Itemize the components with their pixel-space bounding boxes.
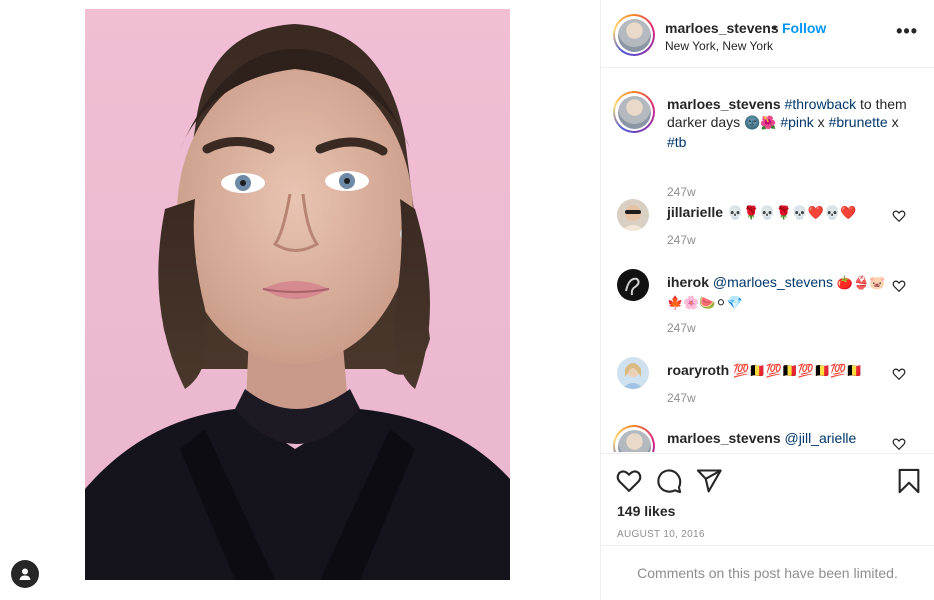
comments-limited-notice: Comments on this post have been limited. [601, 545, 934, 600]
comment-text: marloes_stevens @jill_arielle [667, 429, 887, 447]
hashtag-throwback[interactable]: #throwback [785, 96, 857, 112]
comment-username[interactable]: jillarielle [667, 204, 723, 220]
photo-area [0, 0, 600, 600]
person-icon [19, 568, 31, 580]
likes-count[interactable]: 149 likes [617, 503, 675, 519]
share-paper-plane-icon[interactable] [695, 467, 723, 495]
author-avatar[interactable] [613, 14, 655, 56]
comment-body: 💀🌹💀🌹💀❤️💀❤️ [726, 206, 857, 221]
post-actions-bar: 149 likes AUGUST 10, 2016 [601, 453, 934, 545]
comment-body: 💯🇧🇪💯🇧🇪💯🇧🇪💯🇧🇪 [733, 364, 863, 379]
comment-username[interactable]: roaryroth [667, 362, 729, 378]
post-date[interactable]: AUGUST 10, 2016 [617, 529, 705, 540]
comment-username[interactable]: iherok [667, 274, 709, 290]
comment-text: jillarielle 💀🌹💀🌹💀❤️💀❤️ [667, 203, 887, 223]
comment-text: roaryroth 💯🇧🇪💯🇧🇪💯🇧🇪💯🇧🇪 [667, 361, 887, 381]
comment-mention[interactable]: @jill_arielle [785, 430, 857, 446]
caption-x-2: x [887, 114, 899, 130]
like-comment-heart-icon[interactable] [892, 367, 906, 381]
commenter-avatar[interactable] [617, 357, 649, 389]
save-bookmark-icon[interactable] [895, 467, 923, 495]
portrait-image [85, 24, 510, 580]
follow-button[interactable]: Follow [782, 20, 826, 36]
post-side-panel: marloes_stevens • Follow New York, New Y… [600, 0, 934, 600]
post-header: marloes_stevens • Follow New York, New Y… [601, 0, 934, 68]
like-comment-heart-icon[interactable] [892, 279, 906, 293]
caption-emojis: 🌚🌺 [744, 116, 777, 131]
tagged-users-button[interactable] [11, 560, 39, 588]
caption-author-avatar[interactable] [613, 91, 655, 133]
like-comment-heart-icon[interactable] [892, 209, 906, 223]
comment-timestamp[interactable]: 247w [667, 391, 696, 405]
caption-text: marloes_stevens #throwback to them darke… [667, 95, 919, 151]
like-heart-icon[interactable] [615, 467, 643, 495]
hashtag-pink[interactable]: #pink [780, 114, 813, 130]
comment-mention[interactable]: @marloes_stevens [713, 274, 833, 290]
author-username[interactable]: marloes_stevens [665, 20, 779, 36]
like-comment-heart-icon[interactable] [892, 437, 906, 451]
commenter-avatar[interactable] [617, 199, 649, 231]
commenter-avatar[interactable] [613, 425, 655, 452]
more-options-icon[interactable]: ••• [896, 22, 918, 40]
comment-timestamp[interactable]: 247w [667, 233, 696, 247]
comment-timestamp[interactable]: 247w [667, 321, 696, 335]
post-photo[interactable] [85, 9, 510, 580]
hashtag-brunette[interactable]: #brunette [829, 114, 888, 130]
comment-username[interactable]: marloes_stevens [667, 430, 781, 446]
caption-username[interactable]: marloes_stevens [667, 96, 781, 112]
post-location[interactable]: New York, New York [665, 39, 773, 53]
comment-text: iherok @marloes_stevens 🍅👙🐷🍁🌸🍉⚪💎 [667, 273, 887, 313]
caption-x-1: x [813, 114, 829, 130]
comment-bubble-icon[interactable] [655, 467, 683, 495]
comments-list[interactable]: marloes_stevens #throwback to them darke… [601, 69, 934, 452]
caption-timestamp[interactable]: 247w [667, 185, 696, 199]
commenter-avatar[interactable] [617, 269, 649, 301]
hashtag-tb[interactable]: #tb [667, 134, 686, 150]
separator-dot: • [772, 19, 777, 35]
